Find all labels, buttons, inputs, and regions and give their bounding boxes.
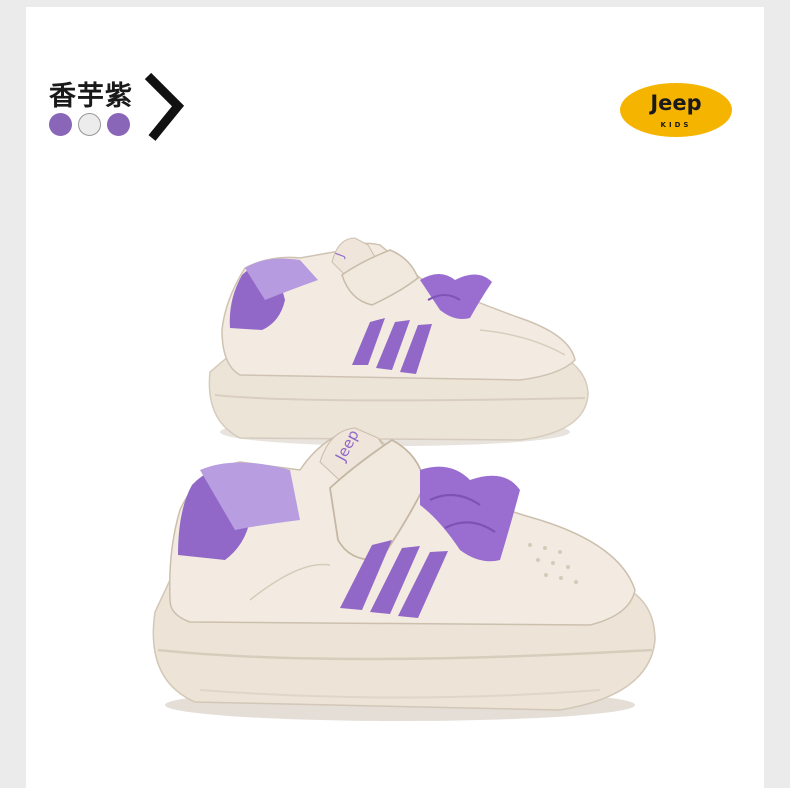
swatch-purple-1 <box>49 113 72 136</box>
logo-subtext: KIDS <box>660 121 692 129</box>
front-shoe: Jeep <box>152 427 656 721</box>
color-label: 香芋紫 <box>49 81 133 112</box>
back-shoe: J <box>208 237 589 446</box>
chevron-right-icon <box>144 72 185 141</box>
logo-text: Jeep <box>650 91 702 115</box>
color-swatches <box>49 113 130 136</box>
swatch-purple-2 <box>107 113 130 136</box>
swatch-white <box>78 113 101 136</box>
